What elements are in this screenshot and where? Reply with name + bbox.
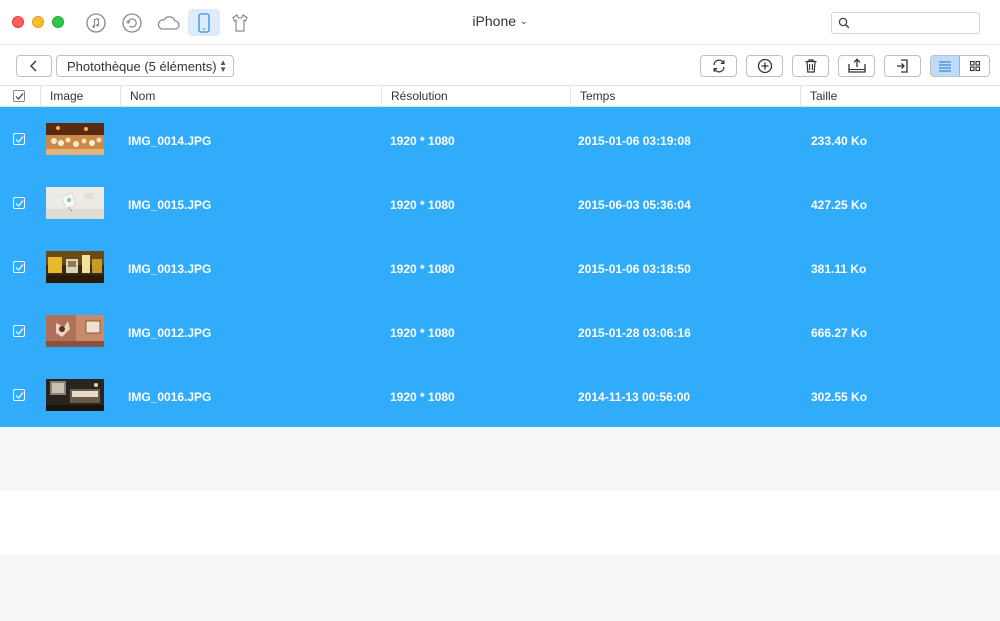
table-row[interactable]: IMG_0014.JPG 1920 * 1080 2015-01-06 03:1… [0, 107, 1000, 171]
photo-name: IMG_0012.JPG [128, 326, 212, 340]
column-header-size[interactable]: Taille [800, 86, 1000, 107]
export-to-computer-icon [847, 58, 866, 73]
device-selector[interactable]: iPhone ⌄ [440, 13, 560, 29]
table-row[interactable]: IMG_0013.JPG 1920 * 1080 2015-01-06 03:1… [0, 235, 1000, 299]
checkmark-icon [15, 136, 24, 143]
empty-row [0, 491, 1000, 555]
column-header-name[interactable]: Nom [120, 86, 381, 107]
empty-row [0, 427, 1000, 491]
search-box[interactable] [831, 12, 980, 34]
search-icon [838, 17, 850, 32]
search-input[interactable] [854, 15, 974, 31]
row-checkbox[interactable] [13, 133, 25, 145]
list-view-button[interactable] [931, 56, 961, 76]
photo-size: 302.55 Ko [811, 390, 868, 404]
row-checkbox[interactable] [13, 325, 25, 337]
chevron-down-icon: ⌄ [520, 16, 528, 26]
photo-size: 427.25 Ko [811, 198, 868, 212]
photo-resolution: 1920 * 1080 [390, 198, 455, 212]
itunes-icon[interactable] [80, 9, 112, 36]
back-button[interactable] [16, 55, 52, 77]
photo-size: 381.11 Ko [811, 262, 867, 276]
checkmark-icon [15, 328, 24, 335]
refresh-icon [712, 59, 725, 73]
photo-resolution: 1920 * 1080 [390, 134, 455, 148]
checkmark-icon [15, 200, 24, 207]
row-checkbox[interactable] [13, 261, 25, 273]
view-mode-toggle [930, 55, 990, 77]
add-icon [757, 58, 772, 74]
table-row[interactable]: IMG_0016.JPG 1920 * 1080 2014-11-13 00:5… [0, 363, 1000, 427]
photo-resolution: 1920 * 1080 [390, 262, 455, 276]
photo-name: IMG_0016.JPG [128, 390, 212, 404]
import-icon [896, 59, 908, 73]
empty-row [0, 555, 1000, 621]
photo-thumbnail [46, 251, 104, 283]
row-checkbox[interactable] [13, 389, 25, 401]
library-selector[interactable]: Photothèque (5 éléments) ▲ ▼ [56, 55, 234, 77]
photo-thumbnail [46, 187, 104, 219]
photo-time: 2015-01-28 03:06:16 [578, 326, 691, 340]
photo-resolution: 1920 * 1080 [390, 326, 455, 340]
restore-icon[interactable] [116, 9, 148, 36]
column-header-image[interactable]: Image [40, 86, 120, 107]
column-header-time[interactable]: Temps [570, 86, 800, 107]
library-selector-label: Photothèque (5 éléments) [67, 58, 217, 74]
table-row[interactable]: IMG_0015.JPG 1920 * 1080 2015-06-03 05:3… [0, 171, 1000, 235]
photo-name: IMG_0013.JPG [128, 262, 212, 276]
tshirt-icon[interactable] [224, 9, 256, 36]
photo-time: 2015-01-06 03:19:08 [578, 134, 691, 148]
checkmark-icon [15, 93, 24, 100]
photo-name: IMG_0014.JPG [128, 134, 212, 148]
title-bar: iPhone ⌄ [0, 0, 1000, 45]
delete-button[interactable] [792, 55, 829, 77]
photo-resolution: 1920 * 1080 [390, 390, 455, 404]
select-all-column [0, 86, 40, 107]
chevron-left-icon [30, 60, 37, 72]
close-window-button[interactable] [12, 16, 24, 28]
photo-time: 2015-01-06 03:18:50 [578, 262, 691, 276]
trash-icon [805, 59, 816, 73]
grid-view-icon [969, 60, 980, 72]
list-view-icon [939, 61, 951, 72]
photo-thumbnail [46, 123, 104, 155]
table-row[interactable]: IMG_0012.JPG 1920 * 1080 2015-01-28 03:0… [0, 299, 1000, 363]
refresh-button[interactable] [700, 55, 737, 77]
device-name: iPhone [472, 13, 517, 29]
updown-arrows-icon: ▲ ▼ [219, 58, 227, 74]
photo-size: 666.27 Ko [811, 326, 868, 340]
photo-table-body: IMG_0014.JPG 1920 * 1080 2015-01-06 03:1… [0, 107, 1000, 427]
photo-time: 2014-11-13 00:56:00 [578, 390, 691, 404]
table-header: Image Nom Résolution Temps Taille [0, 86, 1000, 107]
export-to-computer-button[interactable] [838, 55, 875, 77]
photo-size: 233.40 Ko [811, 134, 868, 148]
grid-view-button[interactable] [960, 56, 989, 76]
icloud-icon[interactable] [152, 9, 184, 36]
column-header-resolution[interactable]: Résolution [381, 86, 570, 107]
checkmark-icon [15, 392, 24, 399]
checkmark-icon [15, 264, 24, 271]
add-button[interactable] [746, 55, 783, 77]
minimize-window-button[interactable] [32, 16, 44, 28]
photo-thumbnail [46, 315, 104, 347]
photo-name: IMG_0015.JPG [128, 198, 212, 212]
photo-thumbnail [46, 379, 104, 411]
photo-time: 2015-06-03 05:36:04 [578, 198, 691, 212]
iphone-icon[interactable] [188, 9, 220, 36]
import-button[interactable] [884, 55, 921, 77]
row-checkbox[interactable] [13, 197, 25, 209]
select-all-checkbox[interactable] [13, 90, 25, 102]
zoom-window-button[interactable] [52, 16, 64, 28]
toolbar: Photothèque (5 éléments) ▲ ▼ [0, 45, 1000, 86]
